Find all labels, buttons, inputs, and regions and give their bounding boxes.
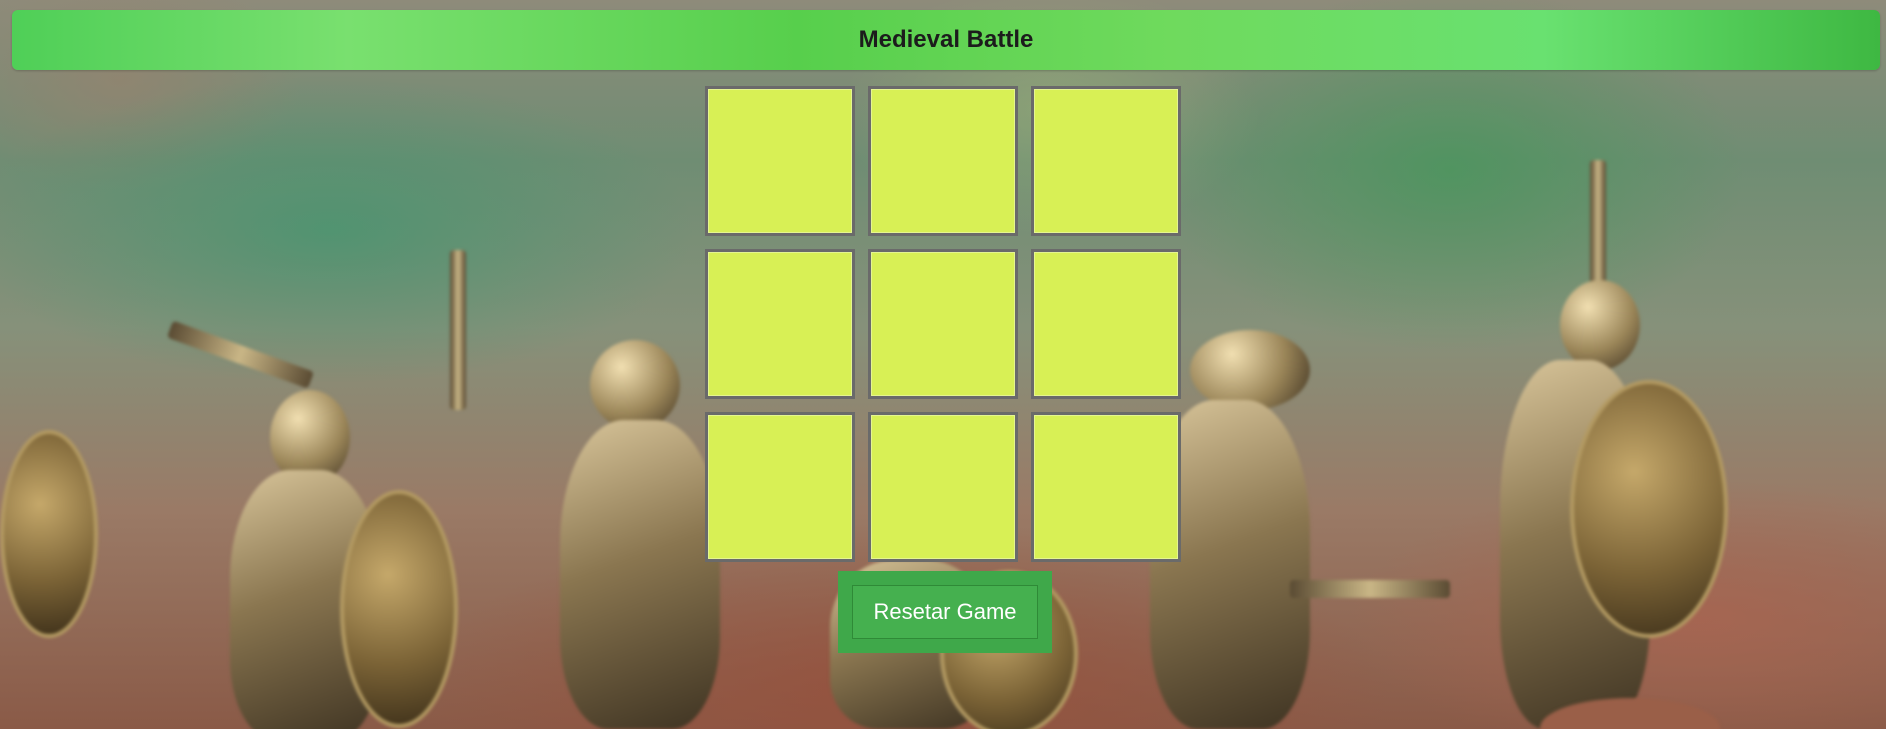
game-page: Medieval Battle Resetar Game: [0, 0, 1886, 729]
board-cell-7[interactable]: [705, 412, 855, 562]
board-cell-5[interactable]: [868, 249, 1018, 399]
warrior-figure-center-left: [430, 250, 750, 729]
cell-mark: [871, 89, 1015, 233]
reset-game-button[interactable]: Resetar Game: [852, 585, 1038, 639]
board-cell-9[interactable]: [1031, 412, 1181, 562]
board-cell-8[interactable]: [868, 412, 1018, 562]
board-cell-4[interactable]: [705, 249, 855, 399]
cell-mark: [871, 252, 1015, 396]
reset-button-container: Resetar Game: [838, 571, 1052, 653]
warrior-figure-right: [1480, 160, 1740, 729]
cell-mark: [708, 252, 852, 396]
game-title: Medieval Battle: [858, 26, 1034, 53]
cell-mark: [1034, 415, 1178, 559]
cell-mark: [708, 89, 852, 233]
board-cell-2[interactable]: [868, 86, 1018, 236]
cell-mark: [1034, 89, 1178, 233]
cell-mark: [871, 415, 1015, 559]
warrior-figure-left: [160, 320, 460, 729]
tic-tac-toe-board: [705, 86, 1185, 566]
cell-mark: [708, 415, 852, 559]
board-cell-6[interactable]: [1031, 249, 1181, 399]
board-cell-3[interactable]: [1031, 86, 1181, 236]
cell-mark: [1034, 252, 1178, 396]
board-cell-1[interactable]: [705, 86, 855, 236]
warrior-figure-far-left: [0, 350, 110, 729]
title-bar: Medieval Battle: [12, 10, 1880, 70]
